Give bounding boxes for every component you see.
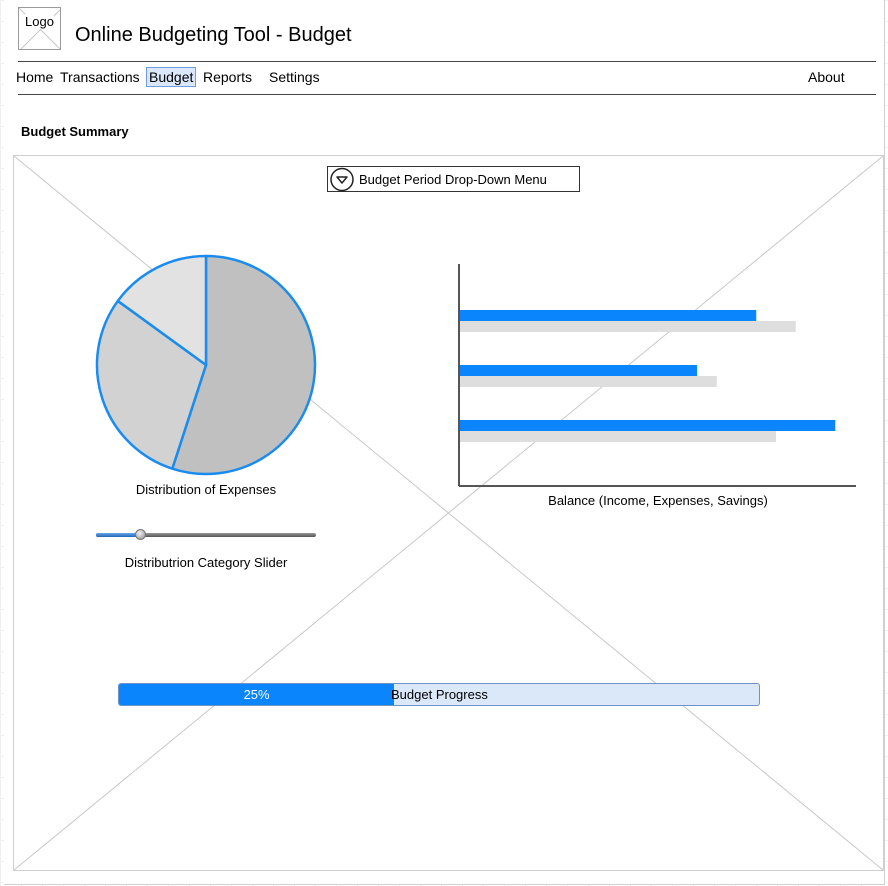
nav-about[interactable]: About	[808, 68, 845, 86]
budget-period-dropdown[interactable]: Budget Period Drop-Down Menu	[327, 166, 580, 192]
nav-divider	[18, 94, 876, 95]
nav-home[interactable]: Home	[16, 68, 53, 86]
nav-transactions[interactable]: Transactions	[60, 68, 140, 86]
nav-budget[interactable]: Budget	[146, 67, 197, 87]
bar-secondary	[460, 431, 776, 442]
logo: Logo	[18, 7, 61, 50]
bar-primary	[460, 310, 757, 321]
section-title: Budget Summary	[21, 124, 129, 139]
slider-caption: Distributrion Category Slider	[124, 555, 288, 570]
pie-caption: Distribution of Expenses	[135, 482, 277, 497]
chevron-down-icon	[330, 167, 354, 192]
page-title: Online Budgeting Tool - Budget	[75, 24, 352, 46]
app-window: Logo Online Budgeting Tool - Budget Home…	[4, 0, 885, 885]
logo-label: Logo	[25, 14, 54, 29]
nav-settings[interactable]: Settings	[269, 68, 320, 86]
expenses-pie-chart	[95, 254, 317, 476]
budget-progress-bar: 25% Budget Progress	[118, 683, 760, 706]
progress-label: Budget Progress	[391, 687, 488, 702]
slider-fill	[96, 533, 140, 537]
progress-percent: 25%	[243, 687, 270, 702]
bar-secondary	[460, 321, 796, 332]
balance-bar-chart	[458, 264, 856, 487]
budget-summary-panel: Budget Period Drop-Down Menu Distributio…	[13, 155, 884, 871]
bar-primary	[460, 365, 697, 376]
nav-reports[interactable]: Reports	[203, 68, 252, 86]
dropdown-label: Budget Period Drop-Down Menu	[359, 172, 547, 187]
distribution-category-slider[interactable]	[96, 528, 318, 542]
bar-caption: Balance (Income, Expenses, Savings)	[548, 493, 768, 508]
bar-primary	[460, 420, 836, 431]
header-divider	[18, 61, 876, 62]
slider-thumb[interactable]	[135, 529, 146, 540]
bar-secondary	[460, 376, 717, 387]
